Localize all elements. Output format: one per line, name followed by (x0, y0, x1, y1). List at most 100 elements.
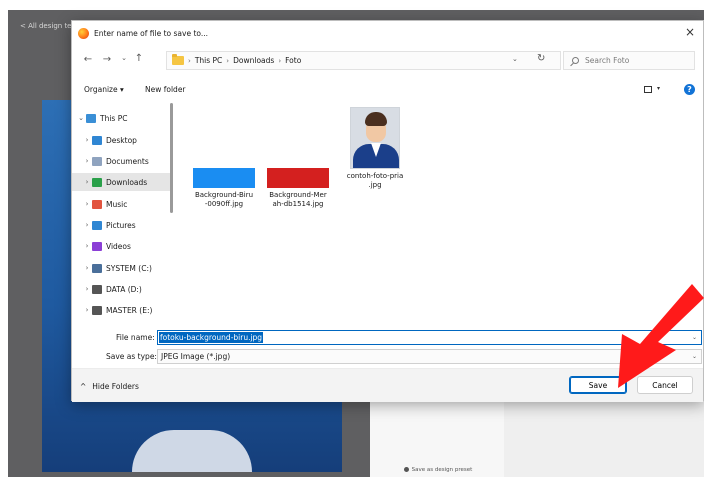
annotation-arrow-shape (618, 284, 704, 388)
folder-icon (92, 177, 102, 187)
folder-icon (86, 113, 96, 123)
close-icon[interactable]: × (685, 26, 695, 38)
tree-item-label: Documents (106, 156, 149, 166)
folder-icon (92, 220, 102, 230)
background-back-link[interactable]: < All design te (20, 22, 72, 30)
tree-item-pictures[interactable]: › Pictures (72, 216, 172, 234)
breadcrumb-downloads[interactable]: Downloads (233, 56, 274, 65)
tree-item-system-c[interactable]: › SYSTEM (C:) (72, 259, 172, 277)
breadcrumb-separator: › (188, 56, 191, 65)
save-type-value: JPEG Image (*.jpg) (161, 352, 231, 361)
tree-item-desktop[interactable]: › Desktop (72, 131, 172, 149)
new-folder-button[interactable]: New folder (145, 85, 186, 94)
tree-item-downloads[interactable]: › Downloads (72, 173, 172, 191)
hide-folders-toggle[interactable]: ^ Hide Folders (80, 382, 139, 391)
organize-button[interactable]: Organize ▾ (84, 85, 124, 94)
tree-item-label: DATA (D:) (106, 284, 142, 294)
hide-folders-label: Hide Folders (92, 382, 139, 391)
forward-arrow-icon[interactable]: → (99, 55, 115, 65)
folder-icon (92, 156, 102, 166)
navigation-scrollbar[interactable] (170, 103, 173, 213)
photo-thumbnail (350, 107, 400, 169)
folder-icon (92, 284, 102, 294)
file-name-line: ah-db1514.jpg (272, 200, 324, 208)
file-item-contoh-foto-pria[interactable]: contoh-foto-pria .jpg (336, 107, 414, 190)
breadcrumb-separator: › (226, 56, 230, 65)
tree-item-this-pc[interactable]: ⌄ This PC (72, 109, 172, 127)
tree-item-label: Videos (106, 241, 131, 251)
save-as-preset-link[interactable]: Save as design preset (378, 462, 498, 477)
file-item-background-merah[interactable]: Background-Mer ah-db1514.jpg (259, 168, 337, 209)
command-bar: Organize ▾ New folder ▾ ? (72, 79, 703, 101)
folder-icon (172, 54, 184, 65)
folder-icon (92, 305, 102, 315)
file-name-line: .jpg (368, 181, 382, 189)
help-icon[interactable]: ? (684, 84, 695, 95)
chevron-right-icon[interactable]: › (82, 264, 92, 272)
file-item-background-biru[interactable]: Background-Biru -0090ff.jpg (185, 168, 263, 209)
preset-icon (403, 467, 409, 472)
view-dropdown-icon[interactable]: ▾ (657, 85, 660, 92)
file-thumbnail (193, 168, 255, 188)
chevron-right-icon[interactable]: › (82, 200, 92, 208)
file-thumbnail (267, 168, 329, 188)
chevron-right-icon[interactable]: › (82, 178, 92, 186)
firefox-icon (78, 27, 89, 39)
background-top-strip (0, 0, 704, 10)
address-bar[interactable]: › This PC › Downloads › Foto (166, 51, 561, 70)
save-type-row: Save as type: JPEG Image (*.jpg) ⌄ (72, 348, 703, 364)
chevron-up-icon: ^ (80, 382, 87, 391)
file-name-row: File name: fotoku-background-biru.jpg ⌄ (72, 329, 703, 345)
tree-item-label: SYSTEM (C:) (106, 263, 152, 273)
chevron-right-icon[interactable]: › (82, 306, 92, 314)
tree-item-label: Downloads (106, 177, 148, 187)
navigation-pane: ⌄ This PC › Desktop › Documents › Downloads › Mus… (72, 105, 172, 327)
file-name-line: contoh-foto-pria (346, 172, 404, 180)
chevron-right-icon[interactable]: › (82, 157, 92, 165)
tree-item-music[interactable]: › Music (72, 195, 172, 213)
file-name-value: fotoku-background-biru.jpg (159, 332, 264, 343)
preset-label: Save as design preset (411, 466, 473, 473)
background-photo-collar (132, 430, 252, 472)
recent-locations-chevron-icon[interactable]: ⌄ (116, 55, 132, 62)
chevron-right-icon[interactable]: › (82, 285, 92, 293)
chevron-right-icon[interactable]: › (82, 221, 92, 229)
chevron-right-icon[interactable]: › (82, 242, 92, 250)
breadcrumb-this-pc[interactable]: This PC (195, 56, 222, 65)
folder-icon (92, 241, 102, 251)
tree-item-documents[interactable]: › Documents (72, 152, 172, 170)
folder-icon (92, 263, 102, 273)
search-icon (572, 57, 579, 64)
breadcrumb-foto[interactable]: Foto (285, 56, 301, 65)
tree-item-label: MASTER (E:) (106, 305, 153, 315)
file-name-line: Background-Mer (269, 191, 327, 199)
up-arrow-icon[interactable]: ↑ (131, 54, 147, 64)
tree-item-videos[interactable]: › Videos (72, 237, 172, 255)
navigation-bar: ← → ⌄ ↑ › This PC › Downloads › Foto ⌄ ↻… (72, 49, 703, 73)
search-input[interactable]: Search Foto (563, 51, 695, 70)
folder-icon (92, 135, 102, 145)
chevron-down-icon[interactable]: ⌄ (76, 114, 86, 122)
dialog-titlebar: Enter name of file to save to... × (72, 21, 703, 45)
thumbnail-hair (365, 112, 387, 126)
breadcrumb-separator: › (278, 56, 282, 65)
dialog-title: Enter name of file to save to... (94, 28, 208, 38)
refresh-icon[interactable]: ↻ (537, 53, 545, 64)
search-placeholder: Search Foto (585, 56, 630, 65)
tree-item-data-d[interactable]: › DATA (D:) (72, 280, 172, 298)
tree-item-label: Pictures (106, 220, 136, 230)
file-name-line: Background-Biru (194, 191, 254, 199)
save-type-label: Save as type: (106, 352, 157, 361)
tree-item-label: Music (106, 199, 128, 209)
file-name-label: File name: (116, 333, 155, 342)
tree-item-master-e[interactable]: › MASTER (E:) (72, 301, 172, 319)
back-arrow-icon[interactable]: ← (80, 55, 96, 65)
address-dropdown-icon[interactable]: ⌄ (512, 55, 518, 63)
annotation-arrow-icon (618, 284, 704, 388)
tree-item-label: Desktop (106, 135, 137, 145)
file-name-line: -0090ff.jpg (204, 200, 244, 208)
folder-icon (92, 199, 102, 209)
tree-item-label: This PC (100, 113, 128, 123)
view-options-icon[interactable] (644, 86, 652, 93)
chevron-right-icon[interactable]: › (82, 136, 92, 144)
